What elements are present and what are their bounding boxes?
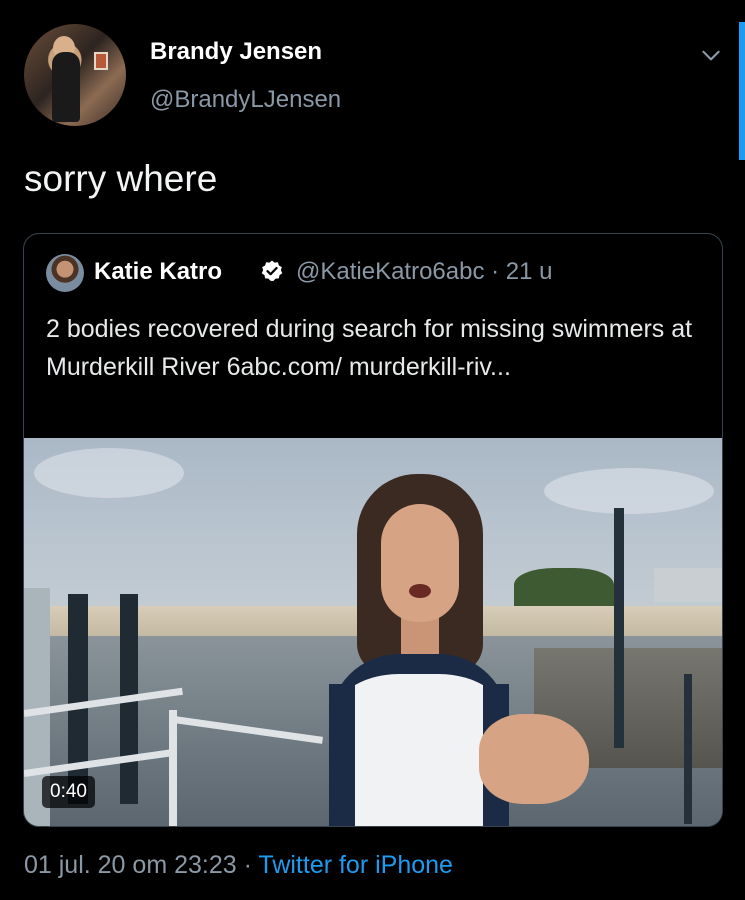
- video-house: [654, 568, 722, 602]
- quoted-tweet-card[interactable]: Katie Katro @KatieKatro6abc · 21 u 2 bod…: [23, 233, 723, 827]
- tweet-header: Brandy Jensen @BrandyLJensen: [24, 24, 724, 128]
- video-rail: [169, 710, 177, 826]
- author-handle[interactable]: @BrandyLJensen: [150, 86, 341, 114]
- video-player[interactable]: 0:40: [24, 438, 722, 826]
- scroll-indicator: [739, 22, 745, 160]
- quoted-tweet-text: 2 bodies recovered during search for mis…: [46, 315, 693, 381]
- video-pile: [68, 594, 88, 804]
- tweet-source-link[interactable]: Twitter for iPhone: [258, 851, 453, 879]
- chevron-down-icon[interactable]: [698, 42, 724, 68]
- avatar-figure: [52, 52, 80, 122]
- author-avatar[interactable]: [24, 24, 126, 126]
- quoted-author-name: Katie Katro: [94, 258, 223, 285]
- video-reporter: [319, 474, 589, 826]
- verified-badge-icon: [261, 260, 283, 281]
- quoted-author-avatar: [46, 254, 84, 292]
- video-post: [684, 674, 692, 824]
- author-name[interactable]: Brandy Jensen: [150, 38, 322, 66]
- video-cloud: [34, 448, 184, 498]
- avatar-picture-frame: [94, 52, 108, 70]
- quoted-tweet-header: Katie Katro @KatieKatro6abc · 21 u: [46, 254, 706, 294]
- tweet-meta: 01 jul. 20 om 23:23 · Twitter for iPhone: [24, 851, 453, 880]
- meta-separator: ·: [236, 851, 259, 879]
- tweet-text: sorry where: [24, 158, 218, 199]
- reporter-shirt-side: [329, 684, 355, 826]
- video-duration-badge: 0:40: [42, 776, 95, 808]
- video-post: [614, 508, 624, 748]
- quoted-handle-time: @KatieKatro6abc · 21 u: [296, 258, 553, 285]
- reporter-hand: [479, 714, 589, 804]
- reporter-mouth: [409, 584, 431, 598]
- reporter-face: [381, 504, 459, 622]
- tweet-timestamp[interactable]: 01 jul. 20 om 23:23: [24, 851, 237, 879]
- video-trees: [514, 568, 614, 610]
- video-cloud: [544, 468, 714, 514]
